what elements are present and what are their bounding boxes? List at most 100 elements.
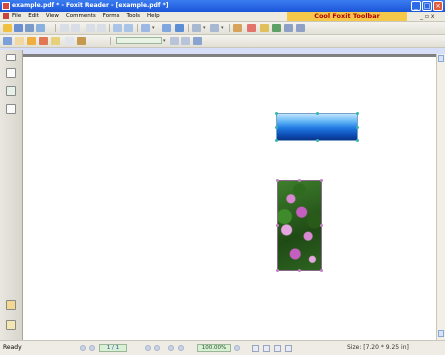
hand-tool-icon[interactable] xyxy=(113,24,122,32)
select-text-icon[interactable] xyxy=(124,24,133,32)
zoom-in-icon[interactable] xyxy=(181,37,190,45)
previous-view-status-icon[interactable] xyxy=(168,345,174,351)
previous-view-icon[interactable] xyxy=(86,24,95,32)
vertical-scrollbar[interactable] xyxy=(436,54,445,340)
resize-handle[interactable] xyxy=(275,139,278,142)
pages-layout-icon[interactable] xyxy=(284,24,293,32)
resize-handle[interactable] xyxy=(320,179,323,182)
foxit-app-icon[interactable] xyxy=(2,2,10,10)
save-icon[interactable] xyxy=(14,24,23,32)
toolbar-separator xyxy=(229,24,230,32)
secondary-toolbar: ▾ xyxy=(0,35,445,48)
zoom-out-icon[interactable] xyxy=(170,37,179,45)
form-field-icon[interactable] xyxy=(65,37,74,45)
main-toolbar: ▾ ▾ ▾ xyxy=(0,22,445,35)
text-tool-icon[interactable] xyxy=(27,37,36,45)
resize-handle[interactable] xyxy=(298,269,301,272)
flower-image[interactable] xyxy=(277,180,322,271)
resize-handle[interactable] xyxy=(320,269,323,272)
resize-handle[interactable] xyxy=(356,139,359,142)
first-page-icon[interactable] xyxy=(80,345,86,351)
bookmarks-panel-icon[interactable] xyxy=(6,86,16,96)
menu-comments[interactable]: Comments xyxy=(66,12,96,21)
back-icon[interactable] xyxy=(60,24,69,32)
resize-handle[interactable] xyxy=(316,112,319,115)
attachments-panel-icon[interactable] xyxy=(6,300,16,310)
resize-handle[interactable] xyxy=(275,112,278,115)
menu-view[interactable]: View xyxy=(46,12,59,21)
facing-view-icon[interactable] xyxy=(274,345,281,352)
rotate-dropdown-arrow[interactable]: ▾ xyxy=(203,24,206,32)
next-page-icon[interactable] xyxy=(145,345,151,351)
next-view-status-icon[interactable] xyxy=(178,345,184,351)
scroll-up-arrow[interactable] xyxy=(438,55,444,62)
rotate-right-icon[interactable] xyxy=(210,24,219,32)
cool-foxit-toolbar-banner[interactable]: Cool Foxit Toolbar xyxy=(287,12,407,21)
resize-handle[interactable] xyxy=(356,112,359,115)
menu-items: File Edit View Comments Forms Tools Help xyxy=(12,12,160,21)
document-page[interactable] xyxy=(23,54,436,340)
toolbar-separator xyxy=(109,24,110,32)
zoom-dropdown-arrow[interactable]: ▾ xyxy=(152,24,155,32)
continuous-facing-view-icon[interactable] xyxy=(285,345,292,352)
document-window-controls[interactable]: _ ▫ x xyxy=(420,12,434,21)
image-tool-icon[interactable] xyxy=(15,37,24,45)
magnifier-icon[interactable] xyxy=(193,37,202,45)
link-tool-icon[interactable] xyxy=(39,37,48,45)
pin-panel-icon[interactable] xyxy=(6,54,16,61)
menu-tools[interactable]: Tools xyxy=(126,12,140,21)
title-bar: example.pdf * - Foxit Reader - [example.… xyxy=(0,0,445,12)
water-image[interactable] xyxy=(276,113,358,141)
zoom-level-input[interactable] xyxy=(116,37,162,44)
signatures-panel-icon[interactable] xyxy=(6,320,16,330)
next-view-icon[interactable] xyxy=(97,24,106,32)
layers-panel-icon[interactable] xyxy=(6,104,16,114)
resize-handle[interactable] xyxy=(275,126,278,129)
fit-page-icon[interactable] xyxy=(162,24,171,32)
document-icon[interactable] xyxy=(3,13,9,19)
rotate-left-icon[interactable] xyxy=(192,24,201,32)
single-page-view-icon[interactable] xyxy=(252,345,259,352)
menu-help[interactable]: Help xyxy=(147,12,160,21)
zoom-dropdown-icon[interactable] xyxy=(234,345,240,351)
toolbar-separator xyxy=(110,37,111,45)
menu-edit[interactable]: Edit xyxy=(28,12,39,21)
resize-handle[interactable] xyxy=(276,224,279,227)
menu-forms[interactable]: Forms xyxy=(103,12,120,21)
rotate-right-dropdown-arrow[interactable]: ▾ xyxy=(221,24,224,32)
scroll-down-arrow[interactable] xyxy=(438,330,444,337)
forward-icon[interactable] xyxy=(71,24,80,32)
print-icon[interactable] xyxy=(25,24,34,32)
find-icon[interactable] xyxy=(272,24,281,32)
zoom-level-dropdown-arrow[interactable]: ▾ xyxy=(163,37,166,45)
continuous-view-icon[interactable] xyxy=(263,345,270,352)
resize-handle[interactable] xyxy=(298,179,301,182)
maximize-button[interactable]: □ xyxy=(422,1,432,11)
stamp-icon[interactable] xyxy=(77,37,86,45)
email-icon[interactable] xyxy=(36,24,45,32)
menu-file[interactable]: File xyxy=(12,12,21,21)
minimize-button[interactable]: _ xyxy=(411,1,421,11)
close-button[interactable]: × xyxy=(433,1,443,11)
page-number-field[interactable]: 1 / 1 xyxy=(99,344,127,352)
zoom-percentage-field[interactable]: 100.00% xyxy=(197,344,231,352)
open-icon[interactable] xyxy=(3,24,12,32)
select-annotation-icon[interactable] xyxy=(3,37,12,45)
properties-icon[interactable] xyxy=(296,24,305,32)
last-page-icon[interactable] xyxy=(154,345,160,351)
note-icon[interactable] xyxy=(260,24,269,32)
resize-handle[interactable] xyxy=(320,224,323,227)
resize-handle[interactable] xyxy=(316,139,319,142)
typewriter-icon[interactable] xyxy=(247,24,256,32)
fit-width-icon[interactable] xyxy=(175,24,184,32)
previous-page-icon[interactable] xyxy=(89,345,95,351)
toolbar-separator xyxy=(55,24,56,32)
snapshot-icon[interactable] xyxy=(233,24,242,32)
zoom-icon[interactable] xyxy=(141,24,150,32)
window-title: example.pdf * - Foxit Reader - [example.… xyxy=(12,2,169,9)
file-attachment-icon[interactable] xyxy=(51,37,60,45)
resize-handle[interactable] xyxy=(276,179,279,182)
resize-handle[interactable] xyxy=(356,126,359,129)
resize-handle[interactable] xyxy=(276,269,279,272)
pages-panel-icon[interactable] xyxy=(6,68,16,78)
